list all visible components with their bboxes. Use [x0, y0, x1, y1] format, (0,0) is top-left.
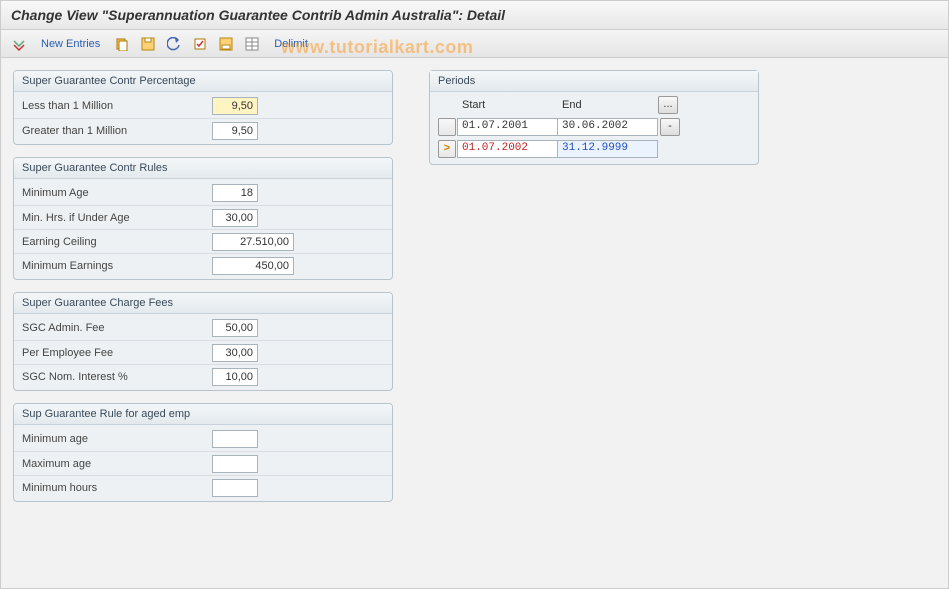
row-selector-button[interactable] — [438, 118, 456, 136]
toolbar: New Entries Delimit — [1, 30, 948, 58]
less-than-1m-input[interactable] — [212, 97, 258, 115]
row-min-hrs: Min. Hrs. if Under Age — [14, 205, 392, 229]
save-icon[interactable] — [138, 34, 158, 54]
group-header: Sup Guarantee Rule for aged emp — [14, 404, 392, 425]
select-icon[interactable] — [190, 34, 210, 54]
new-entries-button[interactable]: New Entries — [35, 36, 106, 52]
periods-row: 01.07.2001 30.06.2002 - — [430, 116, 758, 138]
nom-interest-input[interactable] — [212, 368, 258, 386]
field-label: Per Employee Fee — [22, 347, 212, 359]
periods-row: > 01.07.2002 31.12.9999 — [430, 138, 758, 160]
field-label: Less than 1 Million — [22, 100, 212, 112]
row-min-earn: Minimum Earnings — [14, 253, 392, 277]
field-label: Min. Hrs. if Under Age — [22, 212, 212, 224]
per-emp-fee-input[interactable] — [212, 344, 258, 362]
row-greater-than-1m: Greater than 1 Million — [14, 118, 392, 142]
content-area: Super Guarantee Contr Percentage Less th… — [1, 58, 948, 514]
row-per-emp-fee: Per Employee Fee — [14, 340, 392, 364]
period-end-cell[interactable]: 31.12.9999 — [557, 140, 658, 158]
min-age-input[interactable] — [212, 184, 258, 202]
earning-ceiling-input[interactable] — [212, 233, 294, 251]
group-percentage: Super Guarantee Contr Percentage Less th… — [13, 70, 393, 145]
group-header: Super Guarantee Charge Fees — [14, 293, 392, 314]
row-aged-min-age: Minimum age — [14, 427, 392, 451]
group-rules: Super Guarantee Contr Rules Minimum Age … — [13, 157, 393, 280]
period-row-action-button[interactable]: - — [660, 118, 680, 136]
field-label: Greater than 1 Million — [22, 125, 212, 137]
admin-fee-input[interactable] — [212, 319, 258, 337]
page-title: Change View "Superannuation Guarantee Co… — [1, 1, 948, 30]
table-icon[interactable] — [242, 34, 262, 54]
field-label: SGC Nom. Interest % — [22, 371, 212, 383]
row-less-than-1m: Less than 1 Million — [14, 94, 392, 118]
min-hrs-input[interactable] — [212, 209, 258, 227]
periods-end-header: End — [558, 99, 658, 111]
group-header: Super Guarantee Contr Rules — [14, 158, 392, 179]
periods-header: Periods — [430, 71, 758, 92]
row-aged-min-hrs: Minimum hours — [14, 475, 392, 499]
group-header: Super Guarantee Contr Percentage — [14, 71, 392, 92]
row-nom-int: SGC Nom. Interest % — [14, 364, 392, 388]
field-label: Maximum age — [22, 458, 212, 470]
field-label: SGC Admin. Fee — [22, 322, 212, 334]
periods-panel: Periods Start End ... 01.07.2001 30.06.2… — [429, 70, 759, 165]
undo-icon[interactable] — [164, 34, 184, 54]
field-label: Minimum Age — [22, 187, 212, 199]
copy-icon[interactable] — [112, 34, 132, 54]
delimit-button[interactable]: Delimit — [268, 36, 314, 52]
toggle-icon[interactable] — [9, 34, 29, 54]
aged-min-age-input[interactable] — [212, 430, 258, 448]
save-variant-icon[interactable] — [216, 34, 236, 54]
period-start-cell[interactable]: 01.07.2001 — [457, 118, 558, 136]
min-earnings-input[interactable] — [212, 257, 294, 275]
row-ceiling: Earning Ceiling — [14, 229, 392, 253]
field-label: Minimum Earnings — [22, 260, 212, 272]
row-aged-max-age: Maximum age — [14, 451, 392, 475]
period-start-cell[interactable]: 01.07.2002 — [457, 140, 558, 158]
row-selector-button[interactable]: > — [438, 140, 456, 158]
field-label: Earning Ceiling — [22, 236, 212, 248]
aged-max-age-input[interactable] — [212, 455, 258, 473]
periods-column-headers: Start End ... — [430, 92, 758, 116]
row-admin-fee: SGC Admin. Fee — [14, 316, 392, 340]
period-end-cell[interactable]: 30.06.2002 — [557, 118, 658, 136]
group-aged: Sup Guarantee Rule for aged emp Minimum … — [13, 403, 393, 502]
field-label: Minimum age — [22, 433, 212, 445]
aged-min-hrs-input[interactable] — [212, 479, 258, 497]
left-column: Super Guarantee Contr Percentage Less th… — [13, 70, 393, 502]
periods-expand-button[interactable]: ... — [658, 96, 678, 114]
group-fees: Super Guarantee Charge Fees SGC Admin. F… — [13, 292, 393, 391]
right-column: Periods Start End ... 01.07.2001 30.06.2… — [429, 70, 759, 165]
row-min-age: Minimum Age — [14, 181, 392, 205]
field-label: Minimum hours — [22, 482, 212, 494]
periods-start-header: Start — [458, 99, 558, 111]
greater-than-1m-input[interactable] — [212, 122, 258, 140]
